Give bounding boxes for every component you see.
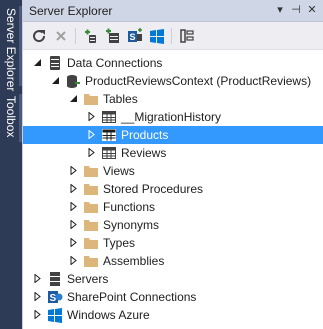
expand-arrow-icon[interactable] <box>69 166 78 175</box>
folder-icon <box>84 202 98 213</box>
tree-label: Products <box>121 128 169 142</box>
tree-label: Types <box>103 236 136 250</box>
table-icon <box>102 111 116 123</box>
sharepoint-icon: S <box>48 291 63 304</box>
server-explorer-panel: Server Explorer ▾ ⊣ ✕ S Data Connections… <box>22 0 323 329</box>
tree-label: Tables <box>103 92 138 106</box>
folder-icon <box>84 220 98 231</box>
folder-icon <box>84 94 98 105</box>
tree-node-types[interactable]: Types <box>23 234 323 252</box>
tree-label: Data Connections <box>67 56 163 70</box>
expand-arrow-icon[interactable] <box>87 112 96 121</box>
tree-node-servers[interactable]: Servers <box>23 270 323 288</box>
tree-node-products[interactable]: Products <box>23 126 323 144</box>
toolbar-separator <box>75 28 76 44</box>
windows-azure-icon[interactable] <box>149 28 165 44</box>
panel-titlebar: Server Explorer ▾ ⊣ ✕ <box>23 0 323 22</box>
tree-label: Synonyms <box>103 218 160 232</box>
refresh-icon[interactable] <box>31 28 47 44</box>
tree-label: Views <box>103 164 135 178</box>
tree-label: Assemblies <box>103 254 165 268</box>
tree-label: Reviews <box>121 146 167 160</box>
tree-label: Functions <box>103 200 156 214</box>
expand-arrow-icon[interactable] <box>33 310 42 319</box>
tree-label: __MigrationHistory <box>121 110 222 124</box>
folder-icon <box>84 184 98 195</box>
folder-icon <box>84 256 98 267</box>
tree-node-sharepoint[interactable]: S SharePoint Connections <box>23 288 323 306</box>
add-connection-icon[interactable] <box>105 28 121 44</box>
pin-icon[interactable]: ⊣ <box>289 3 303 17</box>
tree-node-migration-history[interactable]: __MigrationHistory <box>23 108 323 126</box>
expand-arrow-icon[interactable] <box>69 220 78 229</box>
panel-title: Server Explorer <box>29 4 113 18</box>
expand-arrow-icon[interactable] <box>33 292 42 301</box>
close-icon[interactable]: ✕ <box>305 3 319 17</box>
folder-icon <box>84 166 98 177</box>
svg-text:S: S <box>50 293 57 304</box>
tree-label: Stored Procedures <box>103 182 204 196</box>
tree-label: ProductReviewsContext (ProductReviews) <box>85 74 312 88</box>
dropdown-icon[interactable]: ▾ <box>273 3 287 17</box>
collapse-arrow-icon[interactable] <box>33 58 42 67</box>
tree-label: Windows Azure <box>67 308 150 322</box>
svg-text:S: S <box>130 32 136 42</box>
database-icon <box>50 56 60 70</box>
server-icon <box>50 272 60 286</box>
tree-node-context[interactable]: ProductReviewsContext (ProductReviews) <box>23 72 323 90</box>
tree-node-data-connections[interactable]: Data Connections <box>23 54 323 72</box>
tree-label: SharePoint Connections <box>67 290 197 304</box>
folder-icon <box>84 238 98 249</box>
table-icon <box>102 129 116 141</box>
tree-node-azure[interactable]: Windows Azure <box>23 306 323 324</box>
tree-node-functions[interactable]: Functions <box>23 198 323 216</box>
connect-to-database-icon[interactable] <box>83 28 99 44</box>
collapse-arrow-icon[interactable] <box>69 94 78 103</box>
collapse-arrow-icon[interactable] <box>51 76 60 85</box>
toolbox-tab[interactable]: Toolbox <box>3 96 19 137</box>
tree-node-views[interactable]: Views <box>23 162 323 180</box>
server-explorer-tab[interactable]: Server Explorer <box>3 8 19 91</box>
tree-node-reviews[interactable]: Reviews <box>23 144 323 162</box>
toolbar-separator <box>171 28 172 44</box>
expand-arrow-icon[interactable] <box>69 256 78 265</box>
windows-azure-icon <box>48 308 62 323</box>
left-dock: Server Explorer Toolbox <box>0 0 22 329</box>
expand-arrow-icon[interactable] <box>69 202 78 211</box>
expand-arrow-icon[interactable] <box>87 130 96 139</box>
expand-arrow-icon[interactable] <box>33 274 42 283</box>
expand-arrow-icon[interactable] <box>69 238 78 247</box>
tree-label: Servers <box>67 272 109 286</box>
sharepoint-icon[interactable]: S <box>127 28 143 44</box>
expand-arrow-icon[interactable] <box>87 148 96 157</box>
table-icon <box>102 147 116 159</box>
properties-icon[interactable] <box>179 28 195 44</box>
panel-toolbar: S <box>23 22 323 50</box>
tree-node-assemblies[interactable]: Assemblies <box>23 252 323 270</box>
tree-node-synonyms[interactable]: Synonyms <box>23 216 323 234</box>
expand-arrow-icon[interactable] <box>69 184 78 193</box>
tree-node-stored-procedures[interactable]: Stored Procedures <box>23 180 323 198</box>
stop-icon[interactable] <box>53 28 69 44</box>
tree-node-tables[interactable]: Tables <box>23 90 323 108</box>
database-connection-icon <box>67 75 80 88</box>
